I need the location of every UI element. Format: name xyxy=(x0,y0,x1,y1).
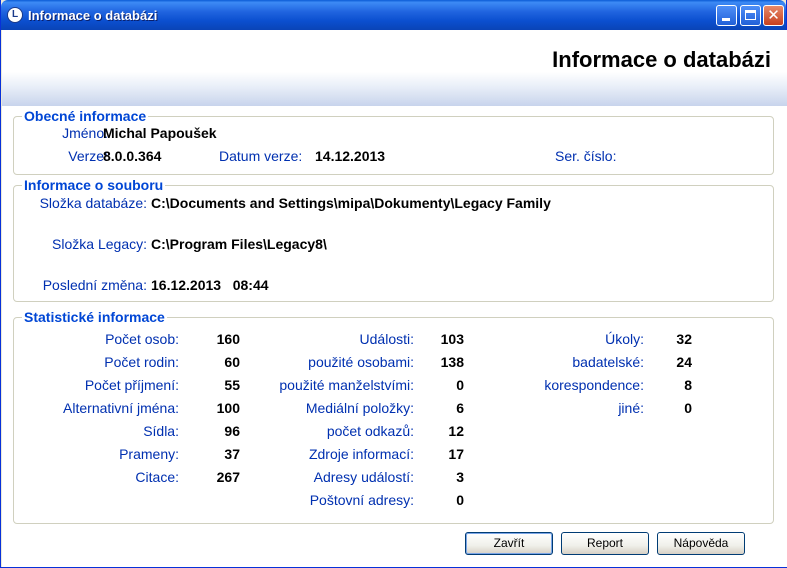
close-window-button[interactable]: ✕ xyxy=(763,5,784,26)
stat-label: badatelské: xyxy=(572,354,644,370)
stat-value: 32 xyxy=(676,331,692,347)
stat-label: Úkoly: xyxy=(605,331,644,347)
stats-info-group: Statistické informace Počet osob: 160 Po… xyxy=(13,309,774,524)
dialog-window: L Informace o databázi ✕ Informace o dat… xyxy=(0,0,787,568)
stat-value: 267 xyxy=(216,469,240,485)
stat-value: 100 xyxy=(216,400,240,416)
name-value: Michal Papoušek xyxy=(103,125,217,141)
stat-value: 138 xyxy=(440,354,464,370)
stat-label: počet odkazů: xyxy=(326,423,414,439)
last-change-label: Poslední změna: xyxy=(42,277,147,293)
stat-value: 60 xyxy=(224,354,240,370)
close-icon: ✕ xyxy=(767,6,780,24)
stat-label: Počet rodin: xyxy=(104,354,179,370)
stat-value: 12 xyxy=(448,423,464,439)
legacy-folder-value: C:\Program Files\Legacy8\ xyxy=(151,236,327,252)
dialog-body: Obecné informace Jméno: Michal Papoušek … xyxy=(2,106,787,567)
stat-value: 0 xyxy=(456,377,464,393)
title-bar[interactable]: L Informace o databázi ✕ xyxy=(1,0,786,30)
name-label: Jméno: xyxy=(62,125,108,141)
serial-label: Ser. číslo: xyxy=(555,148,617,164)
version-value: 8.0.0.364 xyxy=(103,148,162,164)
help-button[interactable]: Nápověda xyxy=(657,532,745,555)
stat-label: Zdroje informací: xyxy=(308,446,414,462)
stat-label: Prameny: xyxy=(119,446,179,462)
stat-value: 6 xyxy=(456,400,464,416)
stats-info-legend: Statistické informace xyxy=(22,309,167,325)
stat-value: 103 xyxy=(440,331,464,347)
general-info-group: Obecné informace Jméno: Michal Papoušek … xyxy=(13,108,774,175)
stat-label: Počet osob: xyxy=(105,331,179,347)
stat-value: 96 xyxy=(224,423,240,439)
stat-label: použité osobami: xyxy=(308,354,414,370)
stat-value: 8 xyxy=(684,377,692,393)
last-change-value: 16.12.2013 08:44 xyxy=(151,277,269,293)
legacy-folder-label: Složka Legacy: xyxy=(52,236,147,252)
stat-label: Mediální položky: xyxy=(305,400,414,416)
version-date-value: 14.12.2013 xyxy=(315,148,386,164)
general-info-legend: Obecné informace xyxy=(22,108,149,124)
maximize-icon xyxy=(745,10,756,20)
db-folder-label: Složka databáze: xyxy=(39,195,147,211)
minimize-button[interactable] xyxy=(716,5,737,26)
db-folder-value: C:\Documents and Settings\mipa\Dokumenty… xyxy=(151,195,551,211)
stat-value: 160 xyxy=(216,331,240,347)
stat-value: 0 xyxy=(456,492,464,508)
stat-value: 37 xyxy=(224,446,240,462)
close-button[interactable]: Zavřít xyxy=(465,532,553,555)
stat-value: 17 xyxy=(448,446,464,462)
file-info-legend: Informace o souboru xyxy=(22,177,166,193)
header-title: Informace o databázi xyxy=(552,47,771,72)
file-info-group: Informace o souboru Složka databáze: C:\… xyxy=(13,177,774,302)
stat-label: Poštovní adresy: xyxy=(309,492,414,508)
stat-label: korespondence: xyxy=(544,377,644,393)
stat-value: 3 xyxy=(456,469,464,485)
maximize-button[interactable] xyxy=(740,5,761,26)
stat-value: 24 xyxy=(676,354,692,370)
stat-label: Počet příjmení: xyxy=(84,377,179,393)
minimize-icon xyxy=(722,18,730,21)
stat-label: Citace: xyxy=(135,469,179,485)
version-date-label: Datum verze: xyxy=(219,148,303,164)
stat-label: jiné: xyxy=(618,400,644,416)
dialog-header: Informace o databázi xyxy=(2,30,787,106)
window-title: Informace o databázi xyxy=(28,8,158,23)
app-icon: L xyxy=(7,7,23,23)
stat-label: Adresy událostí: xyxy=(313,469,414,485)
stat-label: Sídla: xyxy=(143,423,179,439)
stat-label: Alternativní jména: xyxy=(63,400,179,416)
report-button[interactable]: Report xyxy=(561,532,649,555)
stat-label: použité manželstvími: xyxy=(279,377,414,393)
stat-value: 0 xyxy=(684,400,692,416)
stat-label: Události: xyxy=(359,331,414,347)
stat-value: 55 xyxy=(224,377,240,393)
